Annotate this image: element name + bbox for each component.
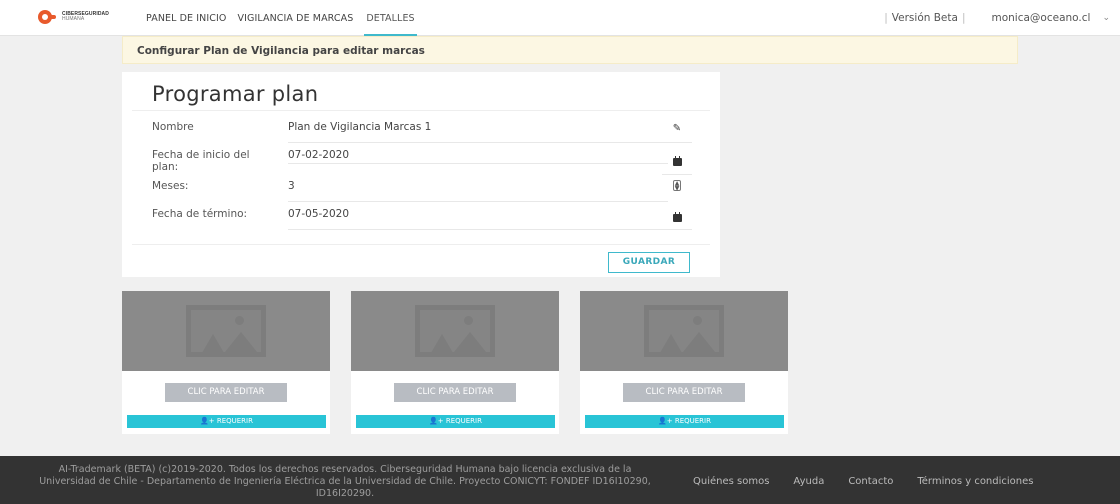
nav-panel-de-inicio[interactable]: PANEL DE INICIO: [146, 0, 227, 36]
page-title: Programar plan: [152, 82, 319, 106]
field-fecha-inicio: Fecha de inicio del plan: 07-02-2020: [152, 149, 692, 175]
request-label: REQUERIR: [216, 417, 253, 425]
chevron-down-icon[interactable]: ⌄: [1102, 13, 1110, 23]
field-label: Fecha de inicio del plan:: [152, 149, 250, 173]
brand-tile: CLIC PARA EDITAR 👤+ REQUERIR: [351, 291, 559, 434]
edit-tile-button[interactable]: CLIC PARA EDITAR: [394, 383, 516, 402]
divider: |: [961, 12, 966, 24]
fecha-inicio-input[interactable]: 07-02-2020: [288, 149, 668, 164]
meses-input[interactable]: 3: [288, 180, 668, 202]
image-icon: [415, 305, 495, 357]
nav-links: PANEL DE INICIO VIGILANCIA DE MARCAS DET…: [146, 0, 428, 36]
config-alert: Configurar Plan de Vigilancia para edita…: [122, 36, 1018, 64]
field-nombre: Nombre Plan de Vigilancia Marcas 1 ✎: [152, 121, 692, 143]
version-label: Versión Beta: [891, 12, 958, 24]
image-placeholder: [351, 291, 559, 371]
nav-right: | Versión Beta | monica@oceano.cl ⌄: [880, 0, 1110, 36]
field-fecha-termino: Fecha de término: 07-05-2020: [152, 208, 692, 230]
brand-logo[interactable]: CIBERSEGURIDAD HUMANA: [38, 10, 109, 24]
request-button[interactable]: 👤+ REQUERIR: [127, 415, 326, 428]
field-label: Meses:: [152, 180, 189, 192]
field-label: Nombre: [152, 121, 194, 133]
field-label: Fecha de término:: [152, 208, 248, 220]
brand-tile: CLIC PARA EDITAR 👤+ REQUERIR: [122, 291, 330, 434]
spinner-icon[interactable]: ▲ ▼: [662, 180, 692, 202]
nombre-input[interactable]: Plan de Vigilancia Marcas 1: [288, 121, 668, 143]
footer-links: Quiénes somos Ayuda Contacto Términos y …: [693, 476, 1058, 487]
nav-vigilancia-de-marcas[interactable]: VIGILANCIA DE MARCAS: [238, 0, 354, 36]
logo-text: CIBERSEGURIDAD HUMANA: [62, 12, 109, 22]
calendar-icon[interactable]: [662, 208, 692, 230]
footer-link-contacto[interactable]: Contacto: [848, 476, 893, 487]
divider: [132, 244, 710, 245]
divider: |: [884, 12, 888, 24]
fecha-termino-input[interactable]: 07-05-2020: [288, 208, 668, 230]
request-label: REQUERIR: [674, 417, 711, 425]
edit-tile-button[interactable]: CLIC PARA EDITAR: [623, 383, 745, 402]
logo-icon: [38, 10, 58, 24]
image-placeholder: [122, 291, 330, 371]
brand-tile: CLIC PARA EDITAR 👤+ REQUERIR: [580, 291, 788, 434]
top-navbar: CIBERSEGURIDAD HUMANA PANEL DE INICIO VI…: [0, 0, 1120, 36]
image-icon: [186, 305, 266, 357]
edit-icon[interactable]: ✎: [662, 121, 692, 143]
image-placeholder: [580, 291, 788, 371]
nav-detalles[interactable]: DETALLES: [364, 0, 417, 36]
save-button[interactable]: GUARDAR: [608, 252, 690, 273]
field-meses: Meses: 3 ▲ ▼: [152, 180, 692, 202]
footer-link-quienes-somos[interactable]: Quiénes somos: [693, 476, 769, 487]
footer-link-ayuda[interactable]: Ayuda: [793, 476, 824, 487]
request-label: REQUERIR: [445, 417, 482, 425]
footer: AI-Trademark (BETA) (c)2019-2020. Todos …: [0, 456, 1120, 504]
edit-tile-button[interactable]: CLIC PARA EDITAR: [165, 383, 287, 402]
plan-card: Programar plan Nombre Plan de Vigilancia…: [122, 72, 720, 277]
footer-link-terminos[interactable]: Términos y condiciones: [917, 476, 1033, 487]
request-button[interactable]: 👤+ REQUERIR: [585, 415, 784, 428]
logo-line-2: HUMANA: [62, 16, 85, 22]
user-menu[interactable]: monica@oceano.cl: [992, 12, 1091, 24]
divider: [132, 110, 710, 111]
image-icon: [644, 305, 724, 357]
footer-copyright: AI-Trademark (BETA) (c)2019-2020. Todos …: [39, 464, 651, 499]
request-button[interactable]: 👤+ REQUERIR: [356, 415, 555, 428]
calendar-icon[interactable]: [662, 149, 692, 175]
